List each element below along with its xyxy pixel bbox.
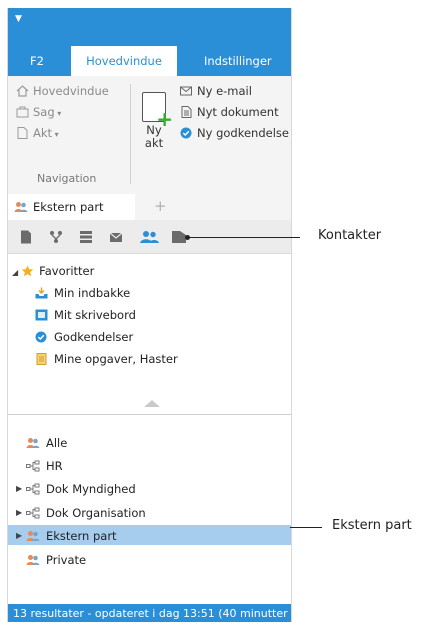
collapse-up-icon[interactable] xyxy=(144,400,160,407)
tree-item-alle[interactable]: Alle xyxy=(26,436,67,450)
persons-icon xyxy=(26,438,40,448)
title-bar: ▼ xyxy=(8,8,291,46)
inbox-icon xyxy=(35,287,48,299)
list-icon[interactable] xyxy=(79,230,93,244)
favorites-panel: ◢ Favoritter Min indbakke Mit skrivebord … xyxy=(8,254,291,404)
favorite-item-min-indbakke[interactable]: Min indbakke xyxy=(35,286,130,300)
home-icon xyxy=(16,85,29,97)
tab-indstillinger[interactable]: Indstillinger xyxy=(204,46,272,76)
desktop-icon xyxy=(35,309,48,321)
quick-access-dropdown-icon[interactable]: ▼ xyxy=(15,14,22,24)
favorite-item-mit-skrivebord[interactable]: Mit skrivebord xyxy=(35,308,136,322)
hovedvindue-button[interactable]: Hovedvindue xyxy=(16,84,109,98)
new-email-icon xyxy=(180,86,192,96)
plus-icon[interactable]: + xyxy=(154,197,167,215)
favorite-item-label: Mit skrivebord xyxy=(54,308,136,322)
callout-label-ekstern-part: Ekstern part xyxy=(332,518,412,533)
tree-item-label: Ekstern part xyxy=(46,529,117,543)
expand-arrow-icon[interactable]: ▶ xyxy=(16,484,22,493)
status-bar: 13 resultater - opdateret i dag 13:51 (4… xyxy=(8,604,291,622)
workflow-icon[interactable] xyxy=(49,230,63,244)
ny-godkendelse-button[interactable]: Ny godkendelse xyxy=(180,126,289,140)
persons-icon xyxy=(26,531,40,541)
tree-item-private[interactable]: Private xyxy=(26,553,86,567)
approval-icon xyxy=(180,127,192,139)
sag-label: Sag xyxy=(33,105,55,119)
persons-icon xyxy=(26,555,40,565)
ny-akt-label-line2: akt xyxy=(144,136,164,150)
tree-item-label: HR xyxy=(46,459,63,473)
tree-item-label: Alle xyxy=(46,436,68,450)
akt-label: Akt xyxy=(33,126,53,140)
ny-godkendelse-label: Ny godkendelse xyxy=(197,126,289,140)
new-doc-icon xyxy=(181,106,192,118)
callout-label-kontakter: Kontakter xyxy=(318,228,382,243)
ribbon: Hovedvindue Sag ▾ Akt ▾ Navigation + Ny … xyxy=(8,76,291,195)
favorite-item-godkendelser[interactable]: Godkendelser xyxy=(35,330,133,344)
org-icon xyxy=(26,507,40,519)
favorite-item-mine-opgaver[interactable]: Mine opgaver, Haster xyxy=(35,352,178,366)
favorite-item-label: Min indbakke xyxy=(54,286,131,300)
persons-icon xyxy=(14,202,28,212)
callout-line-ekstern-part xyxy=(290,527,322,528)
ny-akt-button[interactable]: + Ny akt xyxy=(138,92,173,150)
expand-arrow-icon[interactable]: ▶ xyxy=(16,531,22,540)
favorite-item-label: Godkendelser xyxy=(54,330,134,344)
favorite-item-label: Mine opgaver, Haster xyxy=(54,352,178,366)
akt-button[interactable]: Akt ▾ xyxy=(16,126,59,140)
tab-ekstern-part-label: Ekstern part xyxy=(33,200,104,214)
tree-item-label: Dok Organisation xyxy=(46,506,146,520)
contacts-icon[interactable] xyxy=(139,230,161,244)
favorites-header[interactable]: ◢ Favoritter xyxy=(12,264,94,278)
ribbon-tab-bar: F2 Hovedvindue Indstillinger xyxy=(8,46,291,76)
star-icon xyxy=(21,265,34,277)
tab-ekstern-part[interactable]: Ekstern part xyxy=(8,194,135,220)
case-icon xyxy=(16,106,29,118)
document-icon xyxy=(17,127,28,139)
navigation-group-caption: Navigation xyxy=(37,172,97,185)
new-document-icon: + xyxy=(142,92,173,129)
collapse-triangle-icon[interactable]: ◢ xyxy=(12,268,18,277)
sag-button[interactable]: Sag ▾ xyxy=(16,105,61,119)
nyt-dokument-button[interactable]: Nyt dokument xyxy=(180,105,279,119)
ny-email-label: Ny e-mail xyxy=(197,84,252,98)
sag-dropdown-icon: ▾ xyxy=(54,109,62,118)
tree-item-label: Dok Myndighed xyxy=(46,482,136,496)
nyt-dokument-label: Nyt dokument xyxy=(197,105,279,119)
mail-icon[interactable] xyxy=(109,230,123,244)
task-icon xyxy=(36,353,47,365)
ny-email-button[interactable]: Ny e-mail xyxy=(180,84,252,98)
hovedvindue-label: Hovedvindue xyxy=(33,84,109,98)
tree-item-dok-myndighed[interactable]: Dok Myndighed xyxy=(26,482,136,496)
tree-item-hr[interactable]: HR xyxy=(26,459,63,473)
tab-f2[interactable]: F2 xyxy=(30,46,44,76)
org-icon xyxy=(26,460,40,472)
tree-item-label: Private xyxy=(46,553,87,567)
tree-item-dok-organisation[interactable]: Dok Organisation xyxy=(26,506,146,520)
f2-main-window: ▼ F2 Hovedvindue Indstillinger Hovedvind… xyxy=(7,8,292,622)
org-icon xyxy=(26,483,40,495)
document-icon[interactable] xyxy=(19,230,33,244)
document-tab-bar: Ekstern part + xyxy=(8,194,291,221)
panel-splitter[interactable] xyxy=(8,396,291,415)
expand-arrow-icon[interactable]: ▶ xyxy=(16,508,22,517)
favorites-header-label: Favoritter xyxy=(39,264,95,278)
tree-item-ekstern-part[interactable]: Ekstern part xyxy=(26,529,117,543)
tab-hovedvindue[interactable]: Hovedvindue xyxy=(71,46,177,76)
contacts-tree: Alle HR ▶ Dok Myndighed ▶ Dok Organisati… xyxy=(8,416,291,606)
check-circle-icon xyxy=(35,331,47,343)
ribbon-group-separator xyxy=(130,84,131,184)
akt-dropdown-icon: ▾ xyxy=(52,130,59,139)
callout-line-kontakter xyxy=(188,237,300,238)
